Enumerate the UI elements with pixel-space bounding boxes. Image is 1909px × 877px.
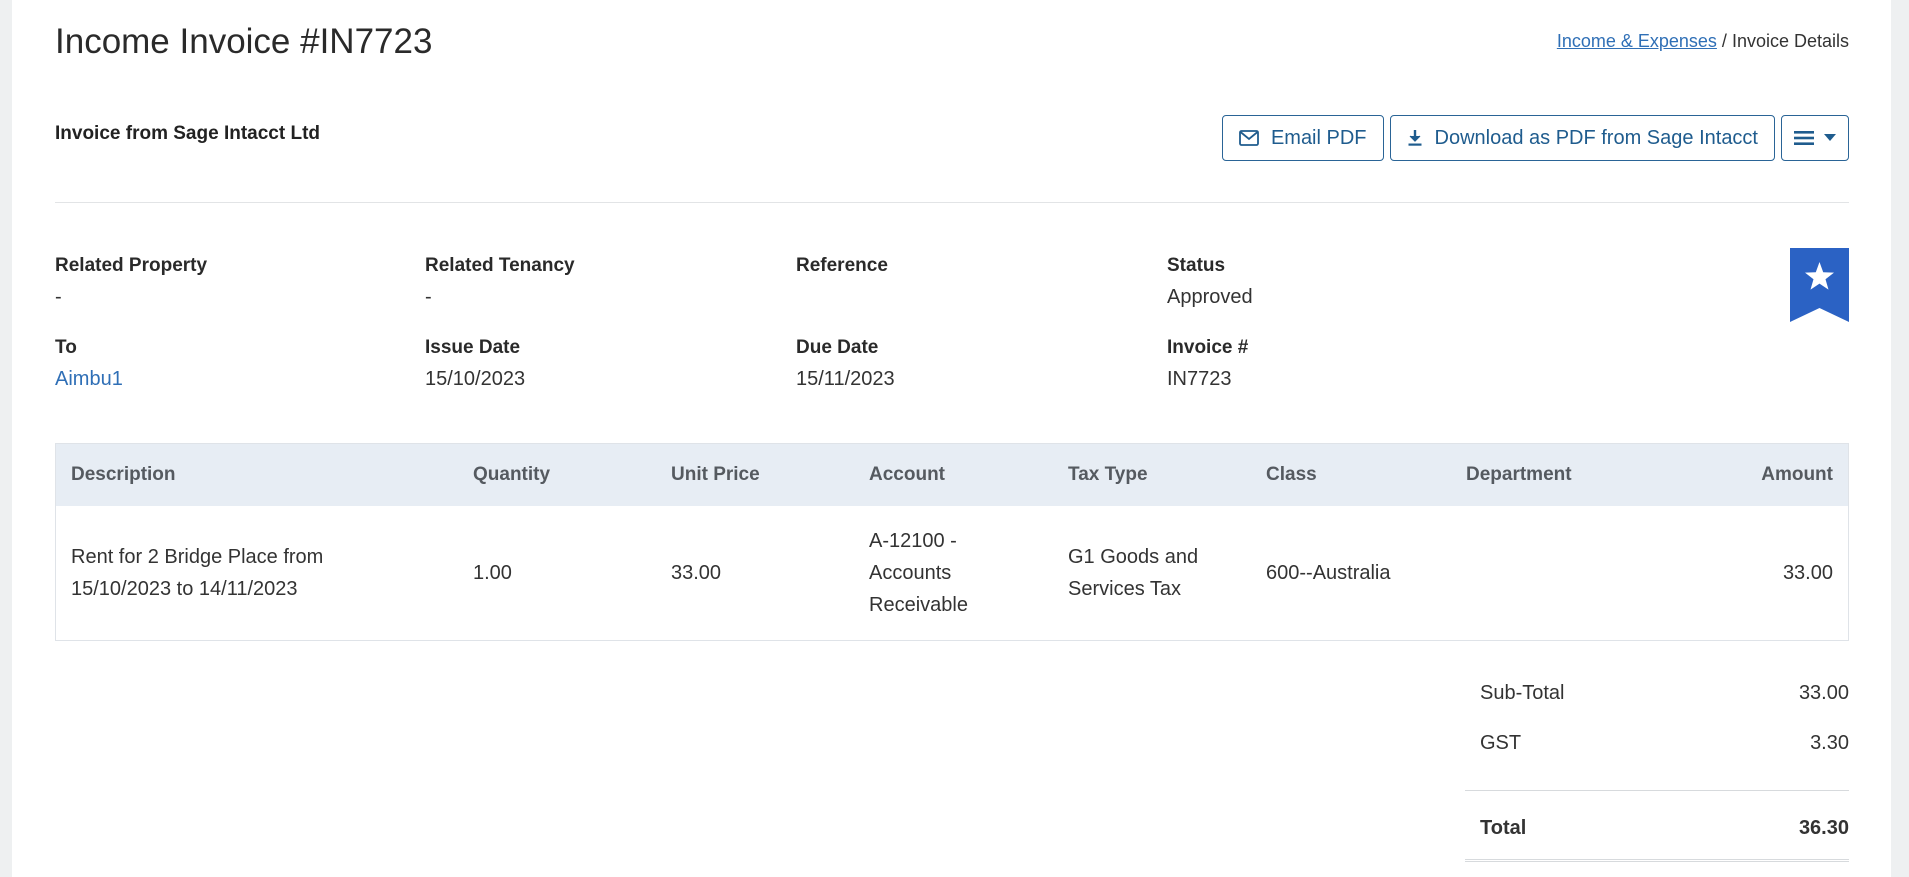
related-tenancy-label: Related Tenancy (425, 255, 575, 276)
download-pdf-button[interactable]: Download as PDF from Sage Intacct (1389, 115, 1775, 161)
breadcrumb-current: Invoice Details (1731, 31, 1849, 51)
more-actions-dropdown[interactable] (1781, 115, 1849, 161)
related-property-label: Related Property (55, 255, 208, 276)
to-field: To Aimbu1 (55, 337, 123, 391)
invoice-content: Income Invoice #IN7723 Income & Expenses… (55, 0, 1849, 877)
reference-label: Reference (796, 255, 888, 276)
account-line: Receivable (869, 594, 968, 616)
invoice-number-label: Invoice # (1167, 337, 1249, 358)
related-tenancy-field: Related Tenancy - (425, 255, 575, 309)
status-label: Status (1167, 255, 1226, 276)
cell-tax-type: G1 Goods and Services Tax (1068, 541, 1198, 605)
star-ribbon-icon[interactable] (1790, 248, 1849, 322)
subtotal-value: 33.00 (1798, 682, 1849, 704)
related-property-value: - (55, 286, 62, 308)
cell-quantity: 1.00 (473, 562, 512, 584)
cell-unit-price: 33.00 (671, 562, 722, 584)
column-header-description: Description (71, 464, 176, 485)
issue-date-label: Issue Date (425, 337, 521, 358)
hamburger-icon (1794, 130, 1814, 146)
action-bar: Email PDF Download as PDF from Sage Inta… (1221, 115, 1849, 161)
subtotal-row: Sub-Total 33.00 (1465, 670, 1849, 720)
column-header-tax-type: Tax Type (1068, 464, 1148, 485)
column-header-account: Account (869, 464, 945, 485)
totals-summary: Sub-Total 33.00 GST 3.30 Total 36.30 (1465, 670, 1849, 862)
subtotal-label: Sub-Total (1480, 682, 1565, 704)
total-underline (1465, 859, 1849, 862)
issue-date-field: Issue Date 15/10/2023 (425, 337, 525, 391)
line-items-table: Description Quantity Unit Price Account … (55, 443, 1849, 641)
total-label: Total (1480, 817, 1527, 839)
download-pdf-label: Download as PDF from Sage Intacct (1434, 126, 1758, 149)
status-field: Status Approved (1167, 255, 1253, 309)
caret-down-icon (1824, 134, 1836, 142)
gst-value: 3.30 (1810, 732, 1849, 754)
cell-amount: 33.00 (1782, 562, 1833, 584)
gst-label: GST (1480, 732, 1522, 754)
column-header-quantity: Quantity (473, 464, 551, 485)
invoice-from: Invoice from Sage Intacct Ltd (55, 123, 320, 144)
breadcrumb-separator: / (1716, 31, 1732, 51)
column-header-class: Class (1266, 464, 1317, 485)
due-date-field: Due Date 15/11/2023 (796, 337, 895, 391)
description-line: Rent for 2 Bridge Place from (71, 546, 324, 568)
to-contact-link[interactable]: Aimbu1 (55, 368, 123, 391)
email-pdf-button[interactable]: Email PDF (1221, 115, 1384, 161)
breadcrumb: Income & Expenses / Invoice Details (1557, 31, 1849, 52)
breadcrumb-link-income-expenses[interactable]: Income & Expenses (1557, 31, 1717, 51)
issue-date-value: 15/10/2023 (425, 368, 526, 390)
page-title: Income Invoice #IN7723 (55, 22, 433, 61)
due-date-label: Due Date (796, 337, 879, 358)
tax-type-line: Services Tax (1068, 578, 1182, 600)
tax-type-line: G1 Goods and (1068, 546, 1199, 568)
column-header-unit-price: Unit Price (671, 464, 760, 485)
download-icon (1407, 129, 1423, 147)
invoice-number-field: Invoice # IN7723 (1167, 337, 1248, 391)
cell-account: A-12100 - Accounts Receivable (869, 525, 968, 621)
table-header: Description Quantity Unit Price Account … (56, 444, 1848, 506)
reference-field: Reference (796, 255, 888, 286)
column-header-amount: Amount (1761, 464, 1833, 485)
due-date-value: 15/11/2023 (796, 368, 895, 390)
gst-row: GST 3.30 (1465, 720, 1849, 770)
to-label: To (55, 337, 77, 358)
column-header-department: Department (1466, 464, 1572, 485)
related-property-field: Related Property - (55, 255, 207, 309)
total-row: Total 36.30 (1465, 791, 1849, 859)
envelope-icon (1239, 130, 1259, 146)
total-value: 36.30 (1798, 817, 1849, 839)
header-divider (55, 202, 1849, 203)
related-tenancy-value: - (425, 286, 432, 308)
account-line: A-12100 - (869, 530, 957, 552)
account-line: Accounts (869, 562, 952, 584)
invoice-number-value: IN7723 (1167, 368, 1232, 390)
email-pdf-label: Email PDF (1270, 126, 1367, 149)
table-row: Rent for 2 Bridge Place from 15/10/2023 … (56, 506, 1848, 640)
cell-class: 600--Australia (1266, 562, 1391, 584)
page: Income Invoice #IN7723 Income & Expenses… (12, 0, 1891, 877)
status-value: Approved (1167, 286, 1253, 308)
cell-description: Rent for 2 Bridge Place from 15/10/2023 … (71, 541, 323, 605)
description-line: 15/10/2023 to 14/11/2023 (71, 578, 298, 600)
